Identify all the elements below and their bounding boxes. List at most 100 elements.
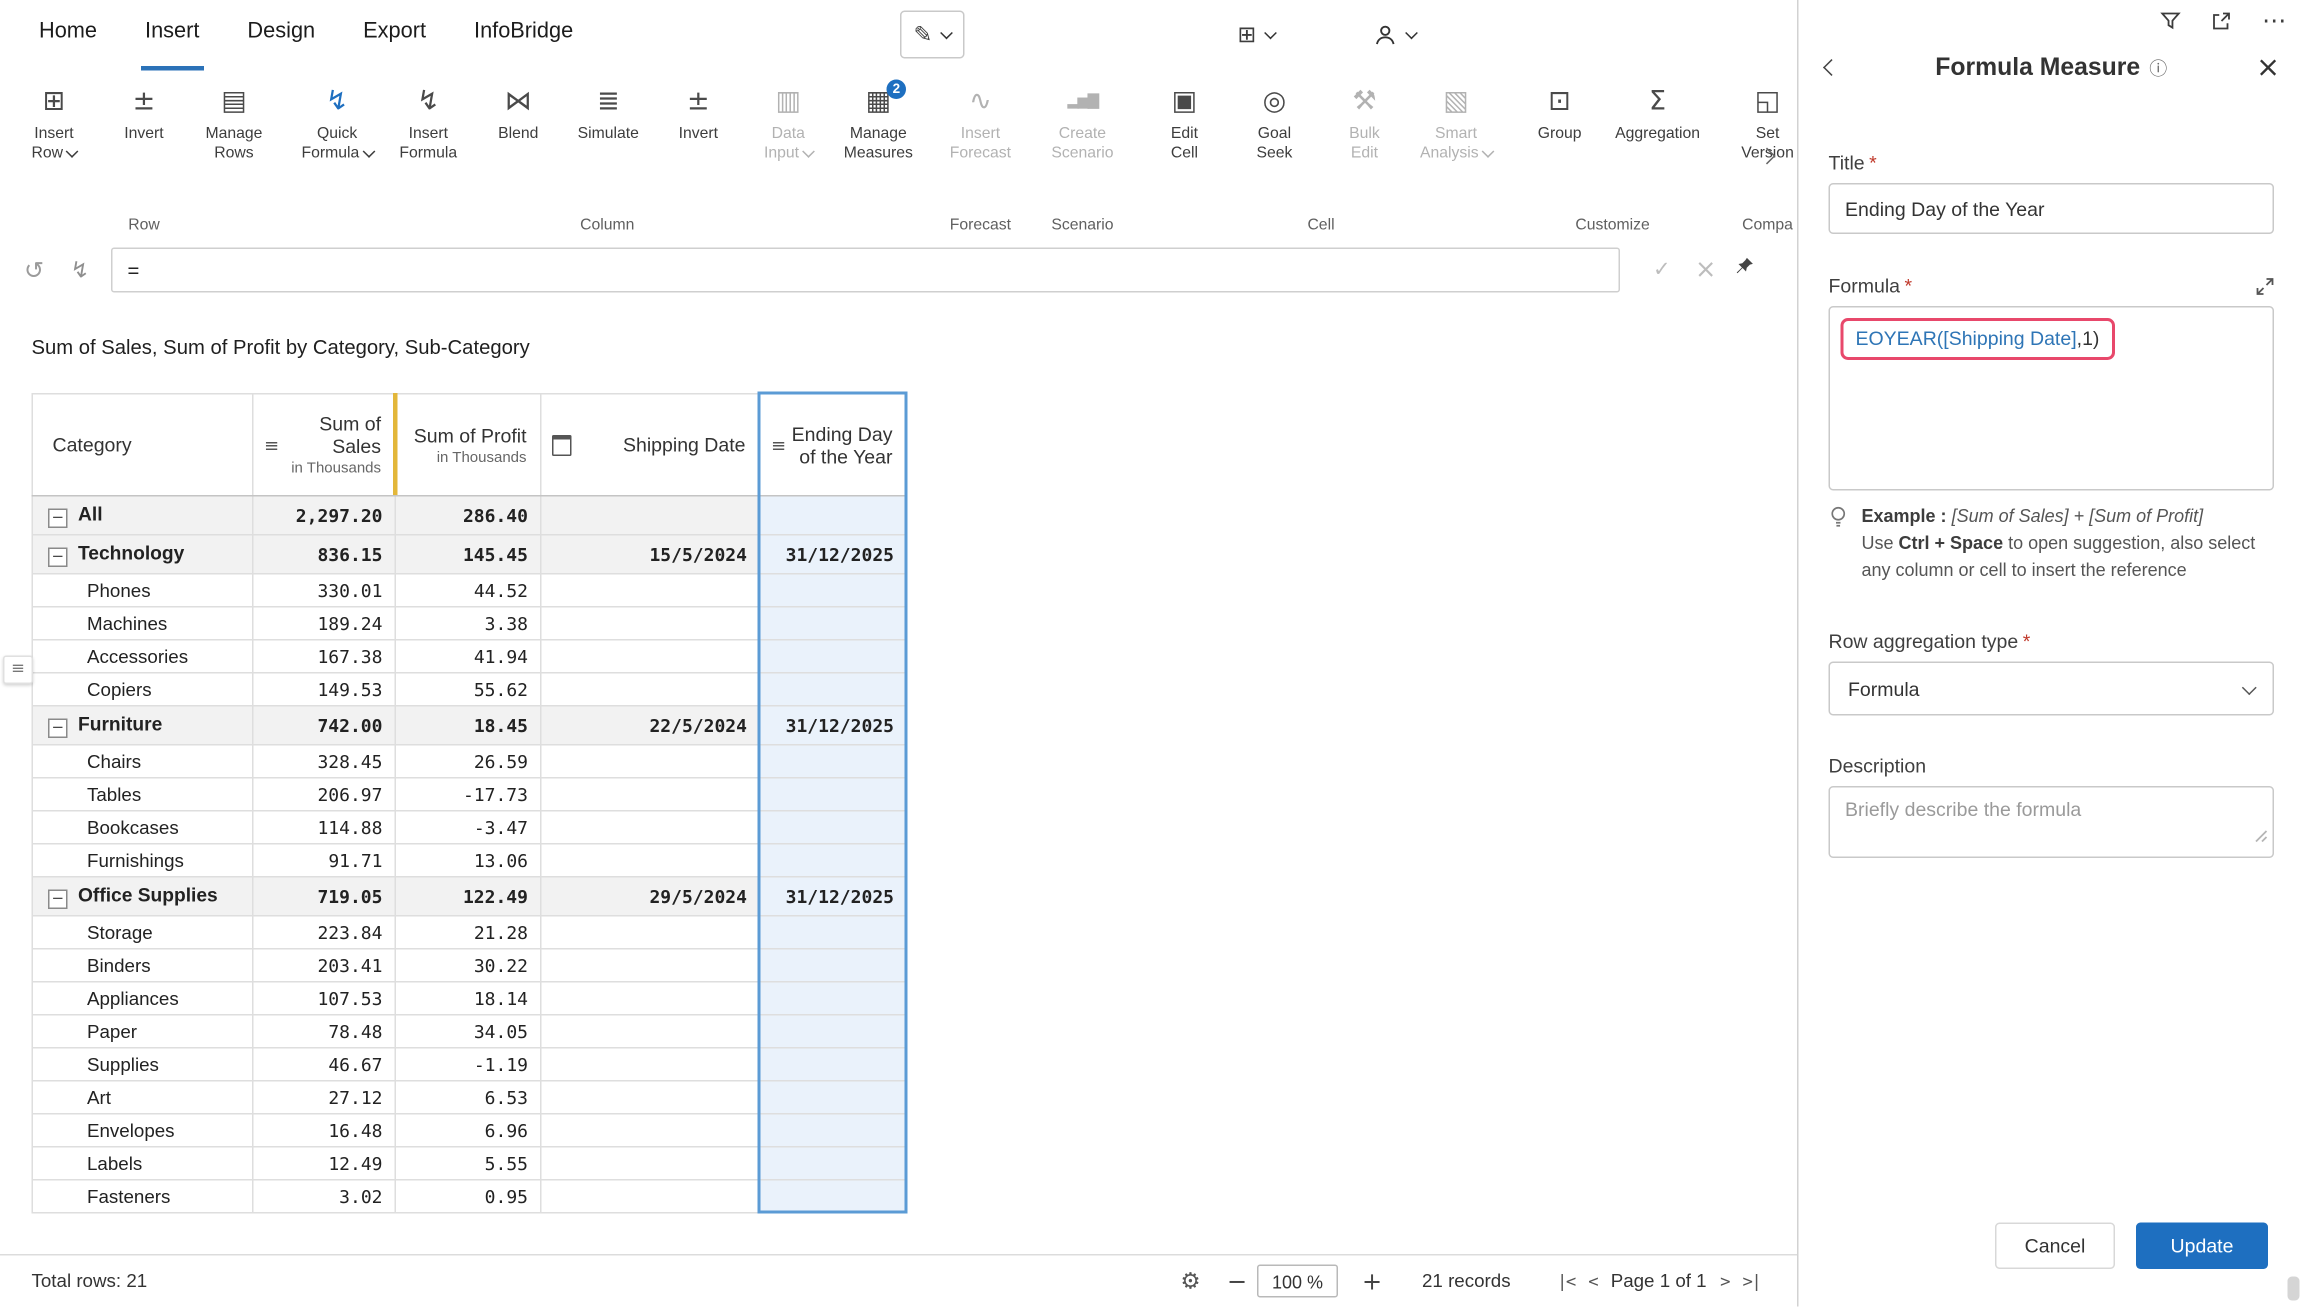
- close-button[interactable]: ×: [2256, 53, 2280, 82]
- cell-profit[interactable]: 21.28: [395, 916, 541, 949]
- formula-input[interactable]: [111, 248, 1620, 293]
- pin-icon[interactable]: [1734, 256, 1755, 285]
- ribbon-button-goal-seek[interactable]: ◎GoalSeek: [1229, 80, 1319, 163]
- ribbon-button-aggregation[interactable]: ΣAggregation: [1605, 80, 1711, 144]
- cell-category[interactable]: −All: [32, 496, 253, 535]
- cell-profit[interactable]: 122.49: [395, 877, 541, 916]
- title-input[interactable]: [1829, 183, 2275, 234]
- cell-shipping[interactable]: [541, 1081, 760, 1114]
- cell-profit[interactable]: 145.45: [395, 535, 541, 574]
- ribbon-button-simulate[interactable]: ≣Simulate: [563, 80, 653, 144]
- cell-sales[interactable]: 2,297.20: [253, 496, 396, 535]
- cell-profit[interactable]: 0.95: [395, 1180, 541, 1213]
- zoom-level[interactable]: 100 %: [1257, 1265, 1338, 1298]
- tab-export[interactable]: Export: [359, 0, 431, 71]
- cell-ending[interactable]: [760, 1015, 907, 1048]
- cell-sales[interactable]: 203.41: [253, 949, 396, 982]
- cell-ending[interactable]: 31/12/2025: [760, 877, 907, 916]
- ribbon-button-edit-cell[interactable]: ▣EditCell: [1139, 80, 1229, 163]
- cell-ending[interactable]: [760, 640, 907, 673]
- cell-profit[interactable]: 18.14: [395, 982, 541, 1015]
- cell-shipping[interactable]: [541, 844, 760, 877]
- cell-sales[interactable]: 719.05: [253, 877, 396, 916]
- cell-category[interactable]: Storage: [32, 916, 253, 949]
- tab-infobridge[interactable]: InfoBridge: [470, 0, 578, 71]
- cell-sales[interactable]: 328.45: [253, 745, 396, 778]
- cell-category[interactable]: Copiers: [32, 673, 253, 706]
- cell-sales[interactable]: 330.01: [253, 574, 396, 607]
- prev-page-button[interactable]: <: [1588, 1271, 1597, 1292]
- column-header-shipping[interactable]: Shipping Date: [541, 394, 760, 496]
- cell-shipping[interactable]: [541, 982, 760, 1015]
- cell-shipping[interactable]: [541, 1180, 760, 1213]
- cell-ending[interactable]: [760, 844, 907, 877]
- cell-shipping[interactable]: [541, 574, 760, 607]
- cell-category[interactable]: −Office Supplies: [32, 877, 253, 916]
- cell-profit[interactable]: 6.96: [395, 1114, 541, 1147]
- cell-profit[interactable]: 41.94: [395, 640, 541, 673]
- cell-category[interactable]: Tables: [32, 778, 253, 811]
- cell-profit[interactable]: 30.22: [395, 949, 541, 982]
- collapse-toggle-icon[interactable]: −: [48, 548, 68, 568]
- cell-shipping[interactable]: [541, 1048, 760, 1081]
- collapse-toggle-icon[interactable]: −: [48, 719, 68, 739]
- cell-profit[interactable]: -17.73: [395, 778, 541, 811]
- cell-profit[interactable]: -3.47: [395, 811, 541, 844]
- cell-sales[interactable]: 27.12: [253, 1081, 396, 1114]
- flash-icon[interactable]: ↯: [71, 257, 90, 284]
- cell-sales[interactable]: 206.97: [253, 778, 396, 811]
- cell-sales[interactable]: 836.15: [253, 535, 396, 574]
- cell-shipping[interactable]: [541, 607, 760, 640]
- edit-mode-button[interactable]: ✎: [900, 11, 964, 59]
- cell-category[interactable]: Chairs: [32, 745, 253, 778]
- tab-insert[interactable]: Insert: [141, 0, 204, 71]
- cell-profit[interactable]: 5.55: [395, 1147, 541, 1180]
- cell-ending[interactable]: [760, 496, 907, 535]
- cell-shipping[interactable]: [541, 916, 760, 949]
- cell-category[interactable]: Furnishings: [32, 844, 253, 877]
- cell-category[interactable]: Binders: [32, 949, 253, 982]
- cell-sales[interactable]: 46.67: [253, 1048, 396, 1081]
- cell-shipping[interactable]: [541, 1015, 760, 1048]
- tab-home[interactable]: Home: [35, 0, 102, 71]
- cell-profit[interactable]: 44.52: [395, 574, 541, 607]
- cell-sales[interactable]: 742.00: [253, 706, 396, 745]
- ribbon-button-group[interactable]: ⊡Group: [1515, 80, 1605, 144]
- zoom-out-button[interactable]: −: [1227, 1267, 1247, 1296]
- cell-ending[interactable]: [760, 916, 907, 949]
- cell-shipping[interactable]: [541, 496, 760, 535]
- column-header-ending[interactable]: ≡Ending Day of the Year: [760, 394, 907, 496]
- cell-shipping[interactable]: [541, 949, 760, 982]
- cell-ending[interactable]: [760, 1081, 907, 1114]
- cell-category[interactable]: Appliances: [32, 982, 253, 1015]
- ribbon-button-quick-formula[interactable]: ↯QuickFormula: [291, 80, 383, 163]
- cell-shipping[interactable]: 15/5/2024: [541, 535, 760, 574]
- cell-category[interactable]: Phones: [32, 574, 253, 607]
- cell-profit[interactable]: 55.62: [395, 673, 541, 706]
- description-textarea[interactable]: [1829, 786, 2275, 858]
- cell-category[interactable]: Art: [32, 1081, 253, 1114]
- cell-shipping[interactable]: [541, 640, 760, 673]
- ribbon-button-insert-row[interactable]: ⊞InsertRow: [9, 80, 99, 163]
- cell-ending[interactable]: 31/12/2025: [760, 535, 907, 574]
- row-aggregation-select[interactable]: Formula: [1829, 662, 2275, 716]
- cell-sales[interactable]: 91.71: [253, 844, 396, 877]
- cell-category[interactable]: Labels: [32, 1147, 253, 1180]
- column-header-profit[interactable]: Sum of Profitin Thousands: [395, 394, 541, 496]
- cell-shipping[interactable]: [541, 778, 760, 811]
- cell-shipping[interactable]: 29/5/2024: [541, 877, 760, 916]
- undo-icon[interactable]: ↺: [24, 256, 44, 285]
- cell-shipping[interactable]: [541, 673, 760, 706]
- filter-icon[interactable]: [2160, 11, 2181, 32]
- cell-category[interactable]: Envelopes: [32, 1114, 253, 1147]
- cell-sales[interactable]: 189.24: [253, 607, 396, 640]
- cell-sales[interactable]: 223.84: [253, 916, 396, 949]
- cell-profit[interactable]: 6.53: [395, 1081, 541, 1114]
- formula-editor[interactable]: EOYEAR([Shipping Date],1): [1829, 306, 2275, 491]
- cell-ending[interactable]: [760, 607, 907, 640]
- confirm-icon[interactable]: ✓: [1653, 258, 1671, 282]
- cell-profit[interactable]: 3.38: [395, 607, 541, 640]
- ribbon-button-insert-formula[interactable]: ↯InsertFormula: [383, 80, 473, 163]
- column-header-category[interactable]: Category: [32, 394, 253, 496]
- cell-ending[interactable]: [760, 1048, 907, 1081]
